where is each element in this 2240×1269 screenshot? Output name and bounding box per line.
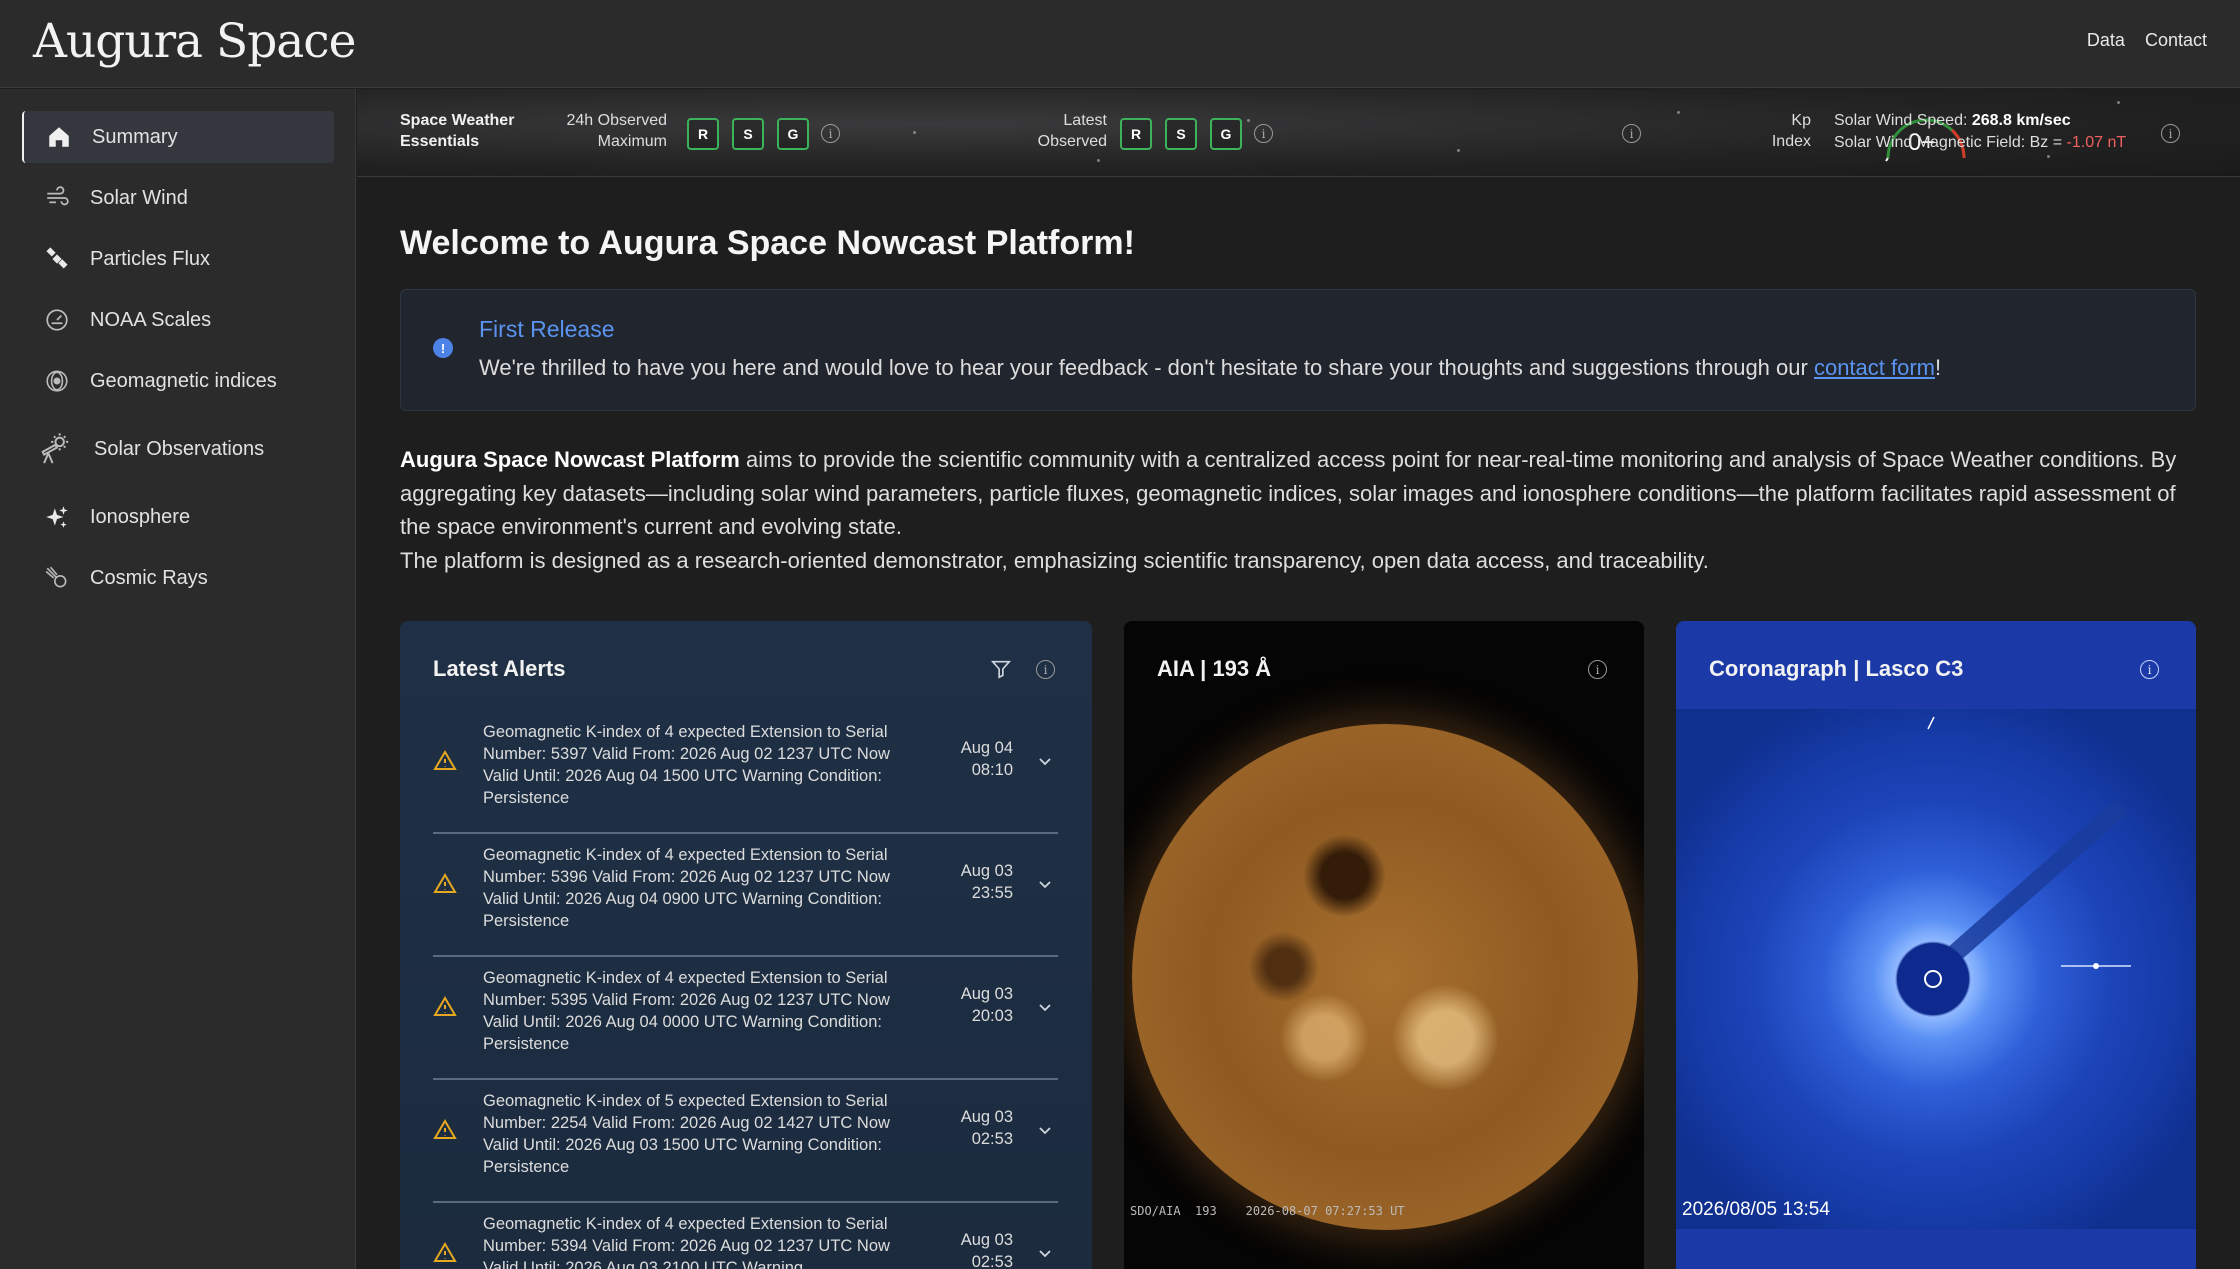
- top-nav: Data Contact: [2087, 30, 2207, 51]
- warning-icon: [433, 996, 457, 1016]
- sidebar-item-label: Ionosphere: [90, 505, 191, 528]
- alert-text: Geomagnetic K-index of 4 expected Extens…: [483, 723, 890, 807]
- coronagraph-image[interactable]: [1676, 709, 2196, 1229]
- solar-wind-speed: 268.8 km/sec: [1971, 112, 2071, 129]
- sidebar-item-ionosphere[interactable]: Ionosphere: [22, 491, 334, 543]
- chevron-down-icon[interactable]: [1037, 753, 1053, 769]
- alert-text: Geomagnetic K-index of 5 expected Extens…: [483, 1092, 890, 1176]
- g-scale-badge: G: [777, 118, 809, 150]
- aia-193-card: AIA | 193 Å i SDO/AIA 193 2026-08-07 07:…: [1124, 621, 1644, 1269]
- sidebar-item-label: Particles Flux: [90, 247, 211, 270]
- info-icon[interactable]: i: [2161, 124, 2180, 143]
- latest-observed-scales: R S G: [1120, 118, 1242, 150]
- release-banner: ! First Release We're thrilled to have y…: [400, 289, 2196, 411]
- alert-timestamp: Aug 03 20:03: [960, 985, 1013, 1025]
- warning-icon: [433, 1242, 457, 1262]
- solar-disk-image[interactable]: [1132, 724, 1638, 1230]
- intro-text: Augura Space Nowcast Platform aims to pr…: [400, 447, 2177, 573]
- info-icon[interactable]: i: [1036, 660, 1055, 679]
- nav-data-link[interactable]: Data: [2087, 30, 2125, 51]
- sidebar-item-geomagnetic-indices[interactable]: Geomagnetic indices: [22, 355, 334, 407]
- alert-timestamp: Aug 03 02:53: [960, 1108, 1013, 1148]
- filter-icon[interactable]: [990, 658, 1012, 680]
- chevron-down-icon[interactable]: [1037, 1245, 1053, 1261]
- info-icon[interactable]: i: [1254, 124, 1273, 143]
- alert-item[interactable]: Geomagnetic K-index of 4 expected Extens…: [433, 957, 1058, 1080]
- alert-circle-icon: !: [433, 338, 453, 358]
- aia-image-caption: SDO/AIA 193 2026-08-07 07:27:53 UT: [1130, 1204, 1405, 1218]
- chevron-down-icon[interactable]: [1037, 1122, 1053, 1138]
- sidebar-item-cosmic-rays[interactable]: Cosmic Rays: [22, 552, 334, 604]
- chevron-down-icon[interactable]: [1037, 999, 1053, 1015]
- r-scale-badge: R: [1120, 118, 1152, 150]
- chevron-down-icon[interactable]: [1037, 876, 1053, 892]
- lasco-timestamp: 2026/08/05 13:54: [1682, 1199, 1830, 1220]
- nav-contact-link[interactable]: Contact: [2145, 30, 2207, 51]
- solar-wind-summary: Solar Wind Speed: 268.8 km/sec Solar Win…: [1834, 112, 2127, 151]
- alert-text: Geomagnetic K-index of 4 expected Extens…: [483, 969, 890, 1053]
- sidebar-item-solar-wind[interactable]: Solar Wind: [22, 172, 334, 224]
- release-title: First Release: [479, 316, 615, 342]
- alert-item[interactable]: Geomagnetic K-index of 4 expected Extens…: [433, 834, 1058, 957]
- sidebar-item-label: Geomagnetic indices: [90, 369, 277, 392]
- alert-timestamp: Aug 04 08:10: [960, 739, 1013, 779]
- sidebar-item-label: Summary: [92, 125, 178, 148]
- g-scale-badge: G: [1210, 118, 1242, 150]
- alert-item[interactable]: Geomagnetic K-index of 4 expected Extens…: [433, 711, 1058, 834]
- wind-icon: [42, 183, 72, 213]
- space-weather-strip: Space Weather Essentials 24h Observed Maxi…: [357, 89, 2240, 177]
- sidebar-item-particles-flux[interactable]: Particles Flux: [22, 233, 334, 285]
- gauge-icon: [42, 305, 72, 335]
- sidebar-item-label: NOAA Scales: [90, 308, 212, 331]
- contact-form-link[interactable]: contact form: [1814, 355, 1935, 380]
- sidebar-item-noaa-scales[interactable]: NOAA Scales: [22, 294, 334, 346]
- alert-item[interactable]: Geomagnetic K-index of 5 expected Extens…: [433, 1080, 1058, 1203]
- sparkles-icon: [42, 502, 72, 532]
- card-title: Coronagraph | Lasco C3: [1709, 656, 1964, 681]
- info-icon[interactable]: i: [1622, 124, 1641, 143]
- sidebar: Summary Solar Wind Particles Flux NOAA S…: [0, 89, 356, 1269]
- sidebar-item-label: Solar Observations: [94, 437, 265, 460]
- sidebar-item-solar-observations[interactable]: Solar Observations: [22, 423, 334, 475]
- home-icon: [44, 122, 74, 152]
- sidebar-item-label: Solar Wind: [90, 186, 188, 209]
- alert-text: Geomagnetic K-index of 4 expected Extens…: [483, 846, 890, 930]
- page-title: Welcome to Augura Space Nowcast Platform…: [400, 224, 1135, 262]
- r-scale-badge: R: [687, 118, 719, 150]
- kp-index-label: Kp Index: [1771, 112, 1811, 150]
- observed-max-scales: R S G: [687, 118, 809, 150]
- info-icon[interactable]: i: [2140, 660, 2159, 679]
- alert-timestamp: Aug 03 23:55: [960, 862, 1013, 902]
- magnet-field-icon: [42, 366, 72, 396]
- sidebar-item-label: Cosmic Rays: [90, 566, 208, 589]
- s-scale-badge: S: [732, 118, 764, 150]
- warning-icon: [433, 873, 457, 893]
- latest-alerts-card: Latest Alerts i Geomagnetic K-index of 4…: [400, 621, 1092, 1269]
- bz-value: -1.07 nT: [2066, 134, 2127, 151]
- info-icon[interactable]: i: [1588, 660, 1607, 679]
- top-header: Augura Space Data Contact: [0, 0, 2240, 88]
- comet-icon: [42, 563, 72, 593]
- satellite-icon: [42, 244, 72, 274]
- telescope-icon: [36, 431, 72, 467]
- card-title: AIA | 193 Å: [1157, 656, 1272, 681]
- warning-icon: [433, 750, 457, 770]
- warning-icon: [433, 1119, 457, 1139]
- release-text: We're thrilled to have you here and woul…: [479, 355, 1942, 380]
- lasco-c3-card: Coronagraph | Lasco C3 i 2026/08/05 13:5…: [1676, 621, 2196, 1269]
- alert-item[interactable]: Geomagnetic K-index of 4 expected Extens…: [433, 1203, 1058, 1269]
- latest-observed-label: Latest Observed: [1037, 112, 1107, 150]
- alert-timestamp: Aug 03 02:53: [960, 1231, 1013, 1269]
- observed-max-label: 24h Observed Maximum: [566, 112, 667, 150]
- info-icon[interactable]: i: [821, 124, 840, 143]
- strip-title: Space Weather Essentials: [400, 112, 515, 150]
- s-scale-badge: S: [1165, 118, 1197, 150]
- sidebar-item-summary[interactable]: Summary: [22, 111, 334, 163]
- card-title: Latest Alerts: [433, 656, 566, 681]
- site-logo[interactable]: Augura Space: [33, 14, 356, 69]
- alert-text: Geomagnetic K-index of 4 expected Extens…: [483, 1215, 890, 1269]
